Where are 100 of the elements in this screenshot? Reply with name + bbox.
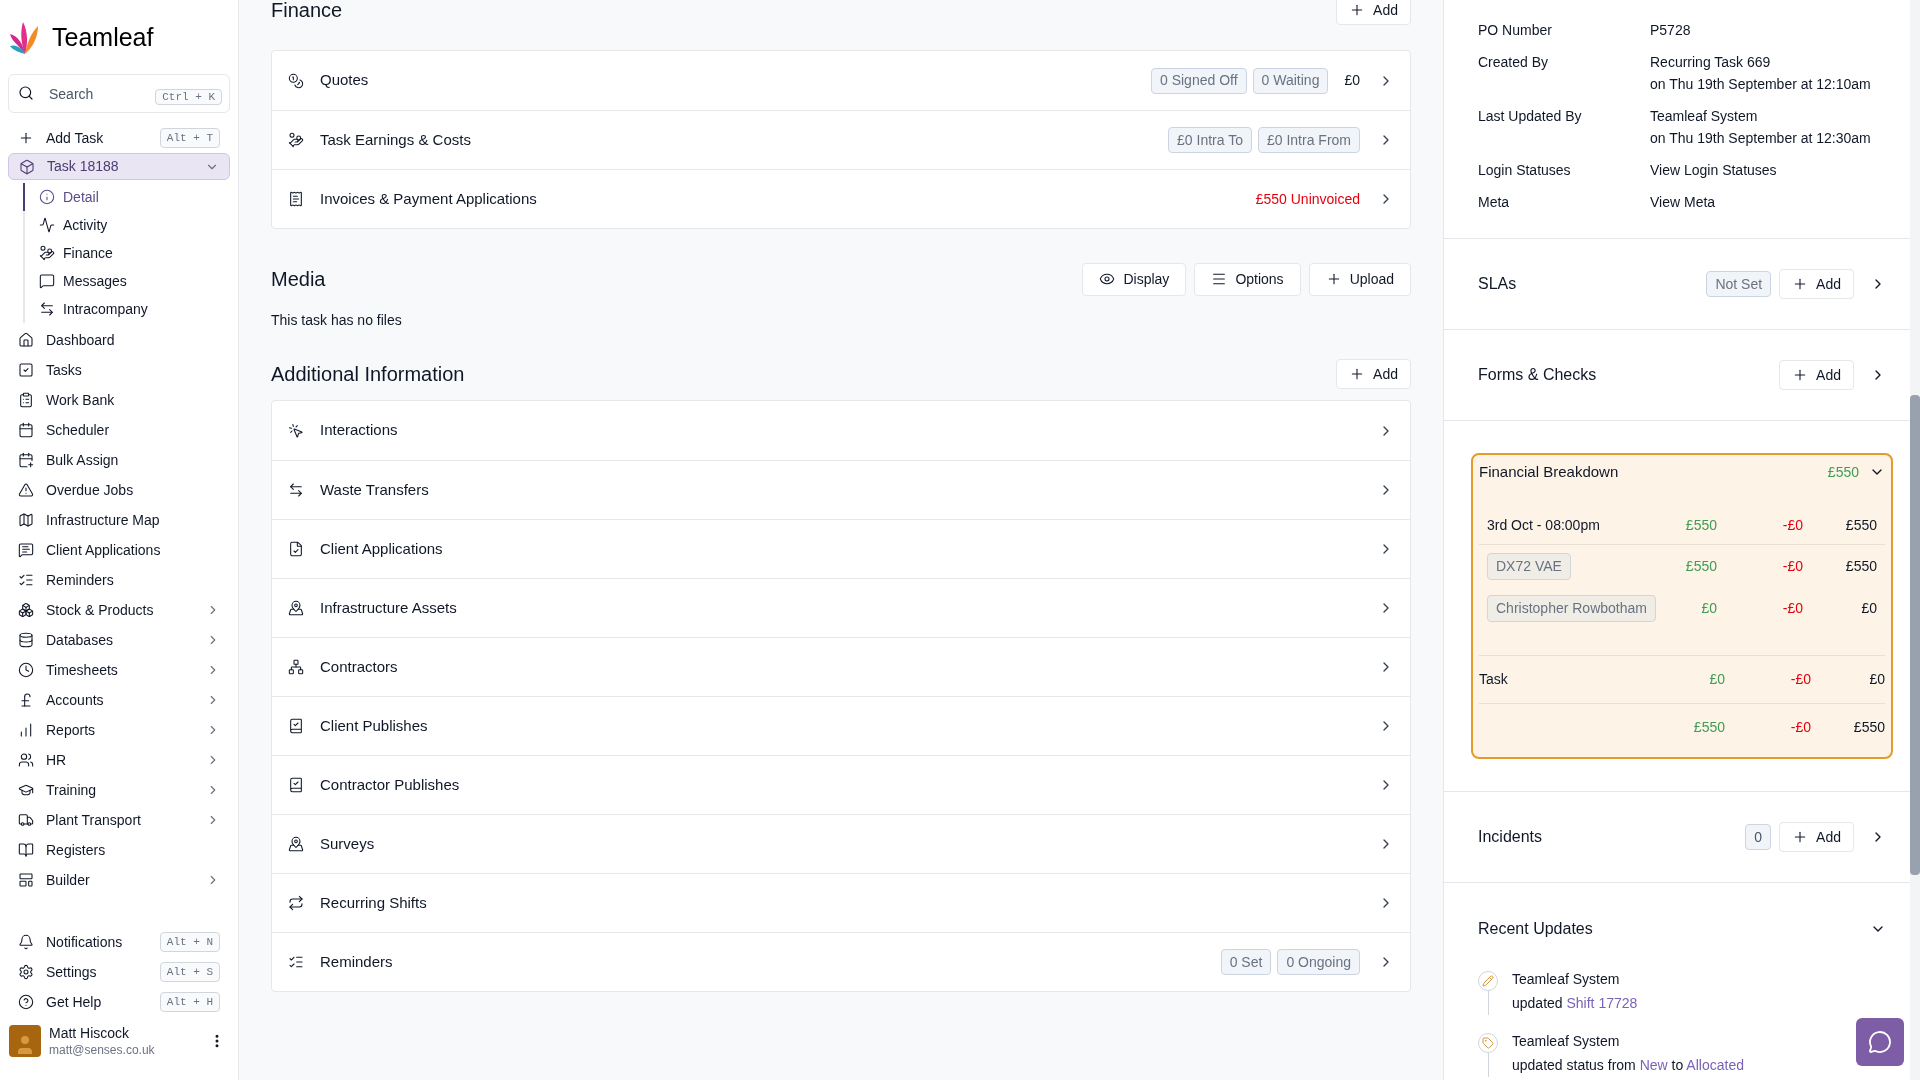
nav-item[interactable]: HR	[8, 745, 230, 775]
nav-item[interactable]: Tasks	[8, 355, 230, 385]
bell-icon	[18, 934, 34, 950]
home-icon	[18, 332, 34, 348]
nav-item[interactable]: Notifications	[46, 931, 148, 953]
list-row[interactable]: Contractors	[272, 637, 1410, 696]
nav-item[interactable]: Scheduler	[8, 415, 230, 445]
amount-text: £550	[1684, 516, 1717, 535]
task-nav-item[interactable]: Task 18188	[8, 153, 230, 180]
graduation-cap-icon	[18, 782, 34, 798]
chat-icon	[1868, 1030, 1892, 1054]
warning-icon	[18, 482, 34, 498]
menu-icon	[1211, 271, 1228, 287]
toolbar-button[interactable]: Display	[1082, 262, 1187, 296]
amount-text: £0	[1344, 71, 1360, 90]
list-row[interactable]: Invoices & Payment Applications £550 Uninvoiced	[272, 169, 1410, 228]
checklist-icon	[288, 954, 304, 970]
add-button[interactable]: Add	[1779, 269, 1854, 299]
nav-item[interactable]: Dashboard	[8, 325, 230, 355]
amount-text: £0	[1860, 598, 1877, 618]
detail-value: Teamleaf System	[1650, 107, 1759, 126]
add-task-link[interactable]: Add Task	[46, 127, 148, 149]
help-icon	[18, 994, 34, 1010]
nav-item[interactable]: Infrastructure Map	[8, 505, 230, 535]
list-row[interactable]: Surveys	[272, 814, 1410, 873]
nav-item[interactable]: Builder	[8, 865, 230, 895]
shortcut-key: Ctrl + K	[155, 89, 222, 105]
amount-text: £550	[1852, 718, 1885, 737]
list-row[interactable]: Reminders 0 Set 0 Ongoing	[272, 932, 1410, 991]
empty-message: This task has no files	[271, 311, 403, 330]
tag-chip: Christopher Rowbotham	[1487, 594, 1656, 622]
detail-value: on Thu 19th September at 12:10am	[1650, 75, 1872, 94]
section-title: Forms & Checks	[1478, 365, 1598, 385]
task-subnav-item[interactable]: Intracompany	[23, 295, 230, 323]
arrows-icon	[288, 482, 304, 498]
nav-item[interactable]: Overdue Jobs	[8, 475, 230, 505]
file-check-icon	[288, 541, 304, 557]
nav-item[interactable]: Timesheets	[8, 655, 230, 685]
detail-value: Recurring Task 669	[1650, 53, 1772, 72]
detail-value: P5728	[1650, 21, 1692, 40]
list-row[interactable]: Recurring Shifts	[272, 873, 1410, 932]
scrollbar[interactable]	[1910, 0, 1920, 1080]
map-pin-icon	[288, 836, 304, 852]
task-subnav-item[interactable]: Detail	[23, 183, 230, 211]
nav-item[interactable]: Training	[8, 775, 230, 805]
leaf-logo-icon	[10, 20, 40, 56]
add-button[interactable]: Add	[1779, 360, 1854, 390]
list-row[interactable]: Client Publishes	[272, 696, 1410, 755]
book-icon	[18, 842, 34, 858]
detail-label: Last Updated By	[1478, 107, 1583, 126]
update-link[interactable]: Shift 17728	[1566, 995, 1638, 1011]
update-link[interactable]: Allocated	[1686, 1057, 1744, 1073]
list-row[interactable]: Task Earnings & Costs £0 Intra To £0 Intra From	[272, 110, 1410, 169]
app-logo-text: Teamleaf	[52, 22, 154, 54]
nav-item[interactable]: Settings	[46, 961, 148, 983]
nav-item[interactable]: Databases	[8, 625, 230, 655]
nav-item[interactable]: Plant Transport	[8, 805, 230, 835]
calendar-plus-icon	[18, 452, 34, 468]
card-title: Financial Breakdown	[1479, 461, 1620, 482]
nav-item[interactable]: Bulk Assign	[8, 445, 230, 475]
nav-item[interactable]: Reminders	[8, 565, 230, 595]
layout-icon	[18, 872, 34, 888]
toolbar-button[interactable]: Upload	[1308, 262, 1411, 296]
list-row[interactable]: Contractor Publishes	[272, 755, 1410, 814]
chat-button[interactable]	[1856, 1018, 1904, 1066]
list-row[interactable]: Interactions	[272, 401, 1410, 460]
nav-item[interactable]: Reports	[8, 715, 230, 745]
detail-label: Login Statuses	[1478, 161, 1572, 180]
nav-item[interactable]: Stock & Products	[8, 595, 230, 625]
repeat-icon	[288, 895, 304, 911]
add-button[interactable]: Add	[1336, 359, 1411, 389]
list-row[interactable]: Quotes 0 Signed Off 0 Waiting £0	[272, 51, 1410, 110]
task-subnav-item[interactable]: Finance	[23, 239, 230, 267]
update-link[interactable]: New	[1639, 1057, 1672, 1073]
amount-text: £550	[1684, 556, 1717, 576]
nav-item[interactable]: Work Bank	[8, 385, 230, 415]
task-subnav-item[interactable]: Messages	[23, 267, 230, 295]
list-row[interactable]: Waste Transfers	[272, 460, 1410, 519]
nav-item[interactable]: Client Applications	[8, 535, 230, 565]
hand-coins-icon	[288, 132, 304, 148]
search-icon	[18, 85, 34, 101]
toolbar-button[interactable]: Options	[1194, 262, 1301, 296]
amount-text: -£0	[1789, 670, 1811, 689]
clipboard-icon	[18, 392, 34, 408]
nav-item[interactable]: Registers	[8, 835, 230, 865]
amount-text: -£0	[1781, 516, 1803, 535]
section-title: Incidents	[1478, 827, 1544, 847]
nav-item[interactable]: Accounts	[8, 685, 230, 715]
amount-text: £550	[1844, 556, 1877, 576]
detail-value: View Login Statuses	[1650, 161, 1778, 180]
map-pin-icon	[288, 600, 304, 616]
list-row[interactable]: Client Applications	[272, 519, 1410, 578]
task-subnav-item[interactable]: Activity	[23, 211, 230, 239]
list-row[interactable]: Infrastructure Assets	[272, 578, 1410, 637]
add-button[interactable]: Add	[1336, 0, 1411, 25]
nav-item[interactable]: Get Help	[46, 991, 148, 1013]
receipt-icon	[288, 191, 304, 207]
add-button[interactable]: Add	[1779, 822, 1854, 852]
avatar-placeholder	[9, 1025, 41, 1058]
settings-icon	[18, 964, 34, 980]
